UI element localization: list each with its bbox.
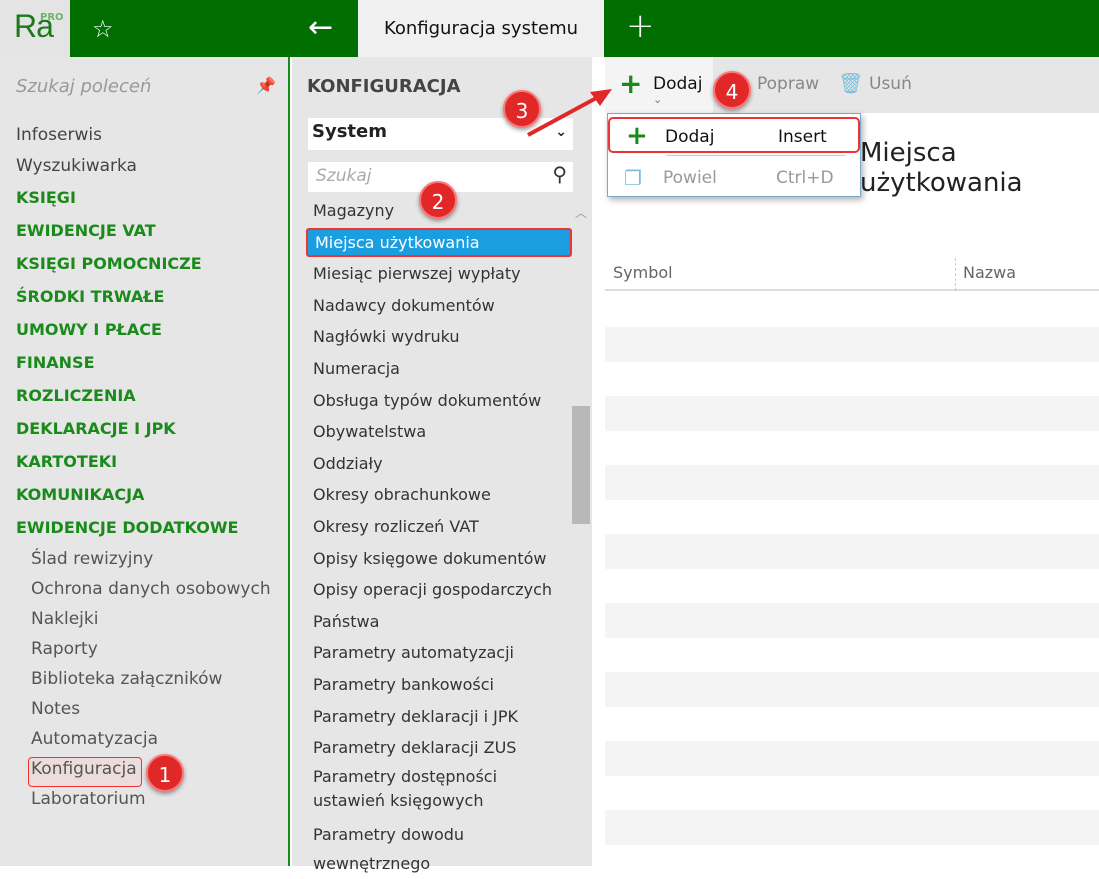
step-badge-3: 3 — [503, 90, 541, 128]
step-badge-4: 4 — [713, 71, 751, 109]
step-badge-2: 2 — [419, 181, 457, 219]
step-badge-1: 1 — [146, 754, 184, 792]
annotation-arrow — [527, 89, 612, 137]
